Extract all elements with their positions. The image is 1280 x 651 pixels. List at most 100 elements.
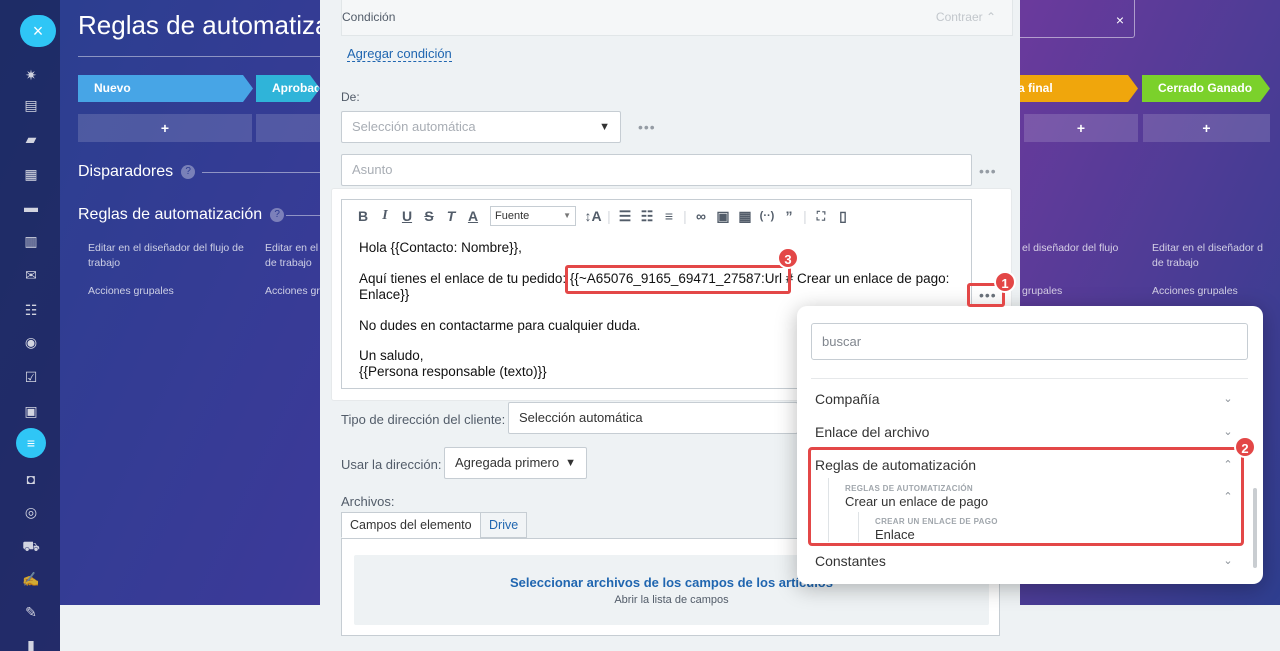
automation-icon[interactable]: ≡ [16,428,46,458]
divider [78,56,328,57]
table-icon[interactable]: ▦ [734,208,756,225]
chevron-down-icon: ▼ [565,457,576,469]
mail-icon[interactable]: ✉ [22,266,40,284]
text-color-icon[interactable]: A [462,208,484,224]
more-options-icon[interactable]: ••• [979,163,997,179]
add-rule-button[interactable]: + [1143,114,1270,142]
edit-in-designer-link[interactable]: Editar en el de trabajo [265,241,320,271]
ordered-list-icon[interactable]: ☰ [614,208,636,225]
filter-box[interactable]: × [1015,0,1135,38]
highlight-token [565,265,791,294]
quote-icon[interactable]: ” [778,208,800,224]
target-icon[interactable]: ◎ [22,503,40,521]
edit-in-designer-link[interactable]: Editar en el diseñador del flujo de trab… [88,241,248,271]
group-actions-link[interactable]: grupales [1022,284,1122,299]
underline-icon[interactable]: U [396,208,418,224]
from-label: De: [341,90,360,104]
font-select[interactable]: Fuente ▼ [490,206,576,226]
editor-line: Hola {{Contacto: Nombre}}, [359,240,522,255]
contacts-icon[interactable]: ▣ [22,402,40,420]
address-type-label: Tipo de dirección del cliente: [341,412,506,427]
cart-icon[interactable]: ⛟ [22,537,40,555]
stage-cerrado-ganado[interactable]: Cerrado Ganado [1142,75,1270,102]
add-rule-button[interactable] [256,114,320,142]
chevron-down-icon[interactable]: ⌄ [1221,554,1235,568]
pulse-icon[interactable]: ✷ [22,66,40,84]
editor-toolbar: B I U S T A Fuente ▼ ↕A | ☰ ☷ ≡ | ∞ ▣ ▦ (… [342,200,971,232]
docs-icon[interactable]: ▥ [22,232,40,250]
collapse-link[interactable]: Contraer ⌃ [936,10,996,24]
feed-icon[interactable]: ▤ [22,96,40,114]
clear-icon[interactable]: × [1116,12,1124,28]
group-constants[interactable]: Constantes [815,553,886,569]
stage-nuevo[interactable]: Nuevo [78,75,253,102]
open-list-hint: Abrir la lista de campos [614,594,729,606]
use-address-label: Usar la dirección: [341,457,442,472]
bold-icon[interactable]: B [352,208,374,224]
condition-label: Condición [342,10,396,24]
edit-in-designer-link[interactable]: Editar en el diseñador d de trabajo [1152,241,1280,271]
close-slider-button[interactable]: × [20,15,56,47]
step-badge-3: 3 [777,247,799,269]
group-file-link[interactable]: Enlace del archivo [815,424,929,440]
tasks-icon[interactable]: ☑ [22,368,40,386]
divider [202,172,322,173]
help-icon[interactable]: ? [181,164,196,179]
italic-icon[interactable]: I [374,208,396,224]
use-address-select[interactable]: Agregada primero ▼ [444,447,587,479]
stage-final[interactable]: a final [1012,75,1138,102]
drive-icon[interactable]: ▬ [22,198,40,216]
clear-format-icon[interactable]: T [440,208,462,224]
chat-icon[interactable]: ▰ [22,130,40,148]
group-actions-link[interactable]: Acciones gr [265,284,320,299]
address-type-select[interactable]: Selección automática [508,402,798,434]
add-rule-button[interactable]: + [1024,114,1138,142]
edit-icon[interactable]: ✎ [22,603,40,621]
chevron-down-icon: ▼ [599,121,610,133]
files-label: Archivos: [341,494,395,509]
add-rule-button[interactable]: + [78,114,252,142]
bullet-list-icon[interactable]: ☷ [636,208,658,225]
editor-line: Enlace}} [359,287,410,302]
analytics-icon[interactable]: ▮ [22,636,40,651]
divider [286,215,322,216]
calendar-icon[interactable]: ▦ [22,165,40,183]
chevron-down-icon[interactable]: ⌄ [1221,392,1235,406]
step-badge-2: 2 [1234,436,1256,458]
condition-row: Condición Contraer ⌃ [341,0,1013,36]
step-badge-1: 1 [994,271,1016,293]
divider [811,378,1248,379]
fullscreen-icon[interactable]: ⛶ [810,209,832,224]
image-icon[interactable]: ▣ [712,208,734,225]
group-company[interactable]: Compañía [815,391,880,407]
crm-icon[interactable]: ◉ [22,333,40,351]
group-actions-link[interactable]: Acciones grupales [1152,284,1252,299]
editor-line: Un saludo, [359,348,424,363]
rules-heading: Reglas de automatización? [78,206,285,224]
edit-in-designer-link[interactable]: el diseñador del flujo [1022,241,1137,256]
editor-line: {{Persona responsable (texto)}} [359,364,547,379]
from-select[interactable]: Selección automática ▼ [341,111,621,143]
sign-icon[interactable]: ✍ [22,570,40,588]
highlight-variable-group [808,447,1244,546]
tab-drive[interactable]: Drive [480,512,528,538]
robot-icon[interactable]: ◘ [22,470,40,488]
triggers-heading: Disparadores? [78,163,196,181]
group-actions-link[interactable]: Acciones grupales [88,284,248,299]
html-mode-icon[interactable]: ▯ [832,208,854,225]
stage-aprobacion[interactable]: Aprobac [256,75,320,102]
popup-scrollbar[interactable] [1253,488,1257,568]
add-condition-link[interactable]: Agregar condición [347,46,452,62]
align-icon[interactable]: ≡ [658,208,680,224]
font-size-icon[interactable]: ↕A [582,208,604,224]
strikethrough-icon[interactable]: S [418,208,440,224]
tab-element-fields[interactable]: Campos del elemento [341,512,481,538]
groups-icon[interactable]: ☷ [22,301,40,319]
link-icon[interactable]: ∞ [690,208,712,224]
code-icon[interactable]: (··) [756,210,778,222]
chevron-down-icon[interactable]: ⌄ [1221,425,1235,439]
subject-input[interactable]: Asunto [341,154,972,186]
help-icon[interactable]: ? [270,207,285,222]
search-input[interactable]: buscar [811,323,1248,360]
more-options-icon[interactable]: ••• [638,119,656,135]
